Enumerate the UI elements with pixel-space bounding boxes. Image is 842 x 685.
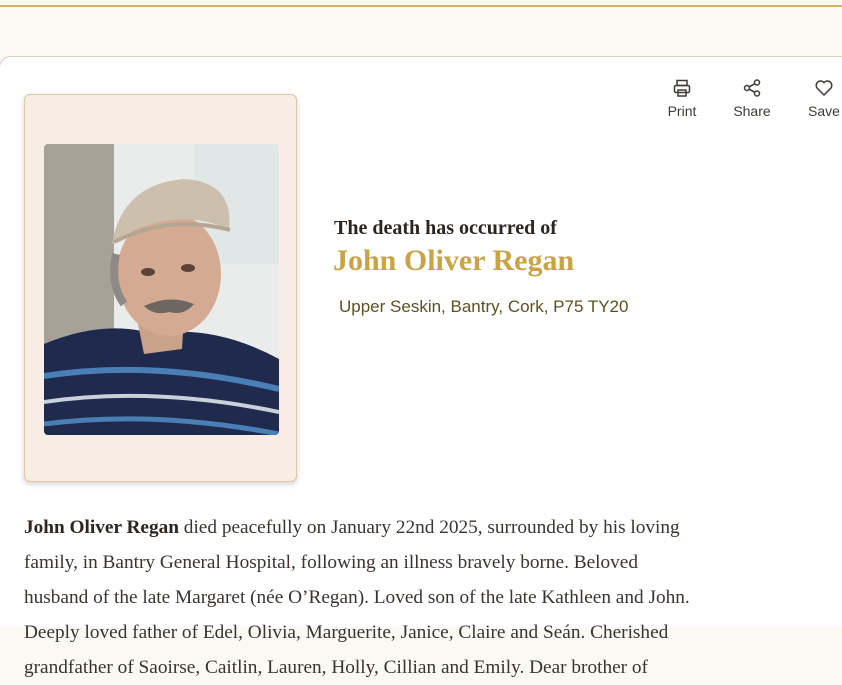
printer-icon (650, 78, 714, 100)
top-accent-rule (0, 0, 842, 7)
notice-line: husband of the late Margaret (née O’Rega… (24, 587, 690, 608)
photo-frame (24, 94, 297, 482)
portrait-illustration (44, 144, 279, 435)
notice-intro: The death has occurred of (334, 217, 557, 239)
notice-name-bold: John Oliver Regan (24, 517, 179, 538)
death-notice-card: The death has occurred of John Oliver Re… (0, 56, 842, 678)
portrait-photo[interactable] (44, 144, 279, 435)
notice-actions: Print Share Save (650, 78, 842, 124)
deceased-address: Upper Seskin, Bantry, Cork, P75 TY20 (339, 297, 629, 316)
share-label: Share (733, 103, 771, 119)
heart-icon (792, 78, 842, 100)
notice-line: John Oliver Regan died peacefully on Jan… (24, 510, 842, 545)
notice-line: family, in Bantry General Hospital, foll… (24, 552, 638, 573)
share-button[interactable]: Share (720, 78, 784, 119)
notice-text: died peacefully on January 22nd 2025, su… (178, 517, 680, 538)
share-icon (720, 78, 784, 100)
notice-line: grandfather of Saoirse, Caitlin, Lauren,… (24, 657, 648, 678)
print-button[interactable]: Print (650, 78, 714, 119)
save-label: Save (808, 103, 840, 119)
notice-body: John Oliver Regan died peacefully on Jan… (24, 510, 842, 685)
deceased-name: John Oliver Regan (333, 244, 575, 277)
save-button[interactable]: Save (792, 78, 842, 119)
notice-line: Deeply loved father of Edel, Olivia, Mar… (24, 622, 669, 643)
print-label: Print (667, 103, 697, 119)
